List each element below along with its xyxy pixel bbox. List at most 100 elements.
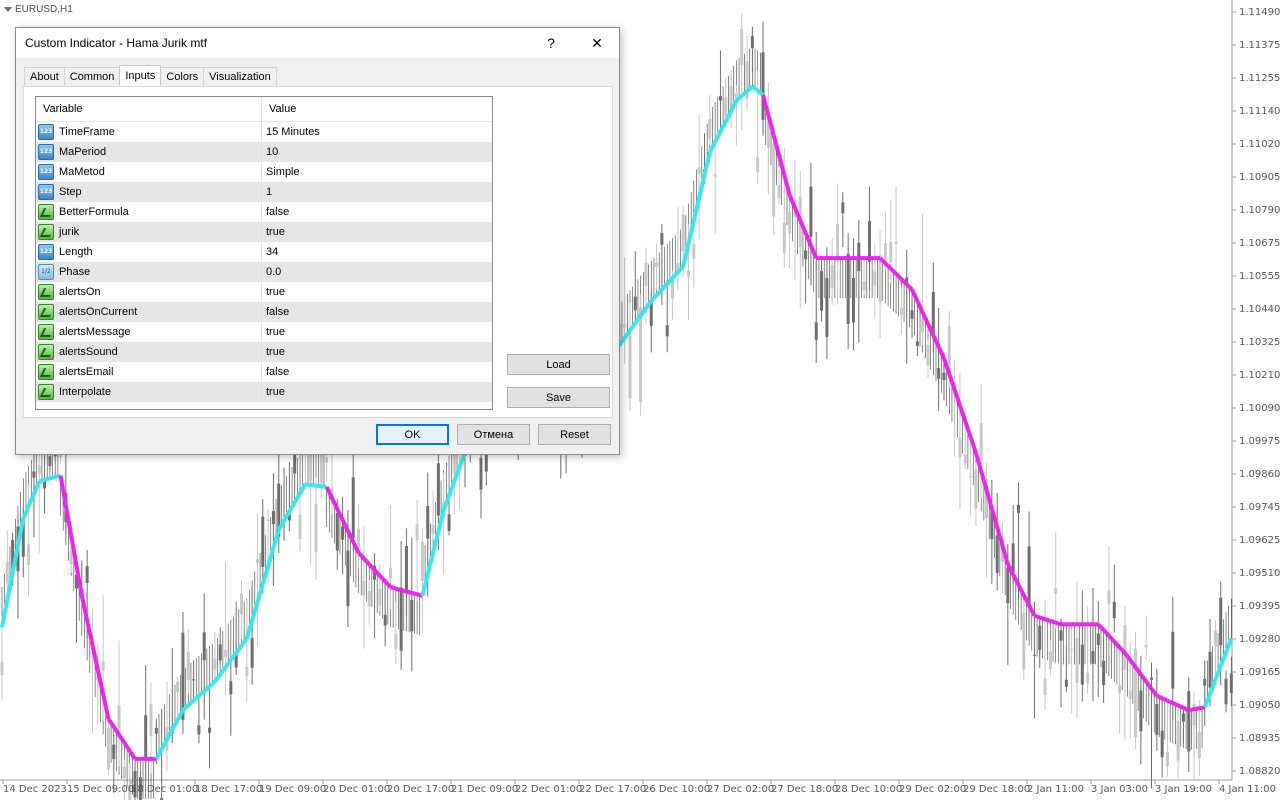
indicator-segment <box>370 565 376 572</box>
indicator-segment <box>726 110 733 118</box>
indicator-segment <box>1003 554 1010 565</box>
input-value-cell[interactable]: true <box>262 226 492 238</box>
cancel-button[interactable]: Отмена <box>457 424 530 445</box>
indicator-segment <box>120 737 127 744</box>
candle-body <box>335 512 339 551</box>
close-icon[interactable]: ✕ <box>574 28 620 58</box>
indicator-segment <box>74 565 82 582</box>
input-variable-name: alertsEmail <box>59 366 114 378</box>
price-tick-label: 1.09860 <box>1239 469 1280 480</box>
input-row[interactable]: alertsSound true <box>36 342 492 362</box>
indicator-segment <box>1149 687 1156 694</box>
indicator-segment <box>114 729 121 736</box>
candle-body <box>910 310 914 319</box>
indicator-segment <box>1014 578 1021 586</box>
input-value-cell[interactable]: true <box>262 346 492 358</box>
input-row[interactable]: BetterFormula false <box>36 202 492 222</box>
input-row[interactable]: MaMetod Simple <box>36 162 492 182</box>
candle-body <box>404 545 408 592</box>
indicator-segment <box>955 396 962 407</box>
load-button[interactable]: Load <box>507 354 610 375</box>
input-value-cell[interactable]: 0.0 <box>262 266 492 278</box>
indicator-segment <box>761 94 768 106</box>
chart-symbol-label: EURUSD,H1 <box>4 4 73 15</box>
indicator-segment <box>1047 618 1052 623</box>
save-button[interactable]: Save <box>507 387 610 408</box>
price-tick-label: 1.11020 <box>1239 139 1280 150</box>
input-row[interactable]: alertsOn true <box>36 282 492 302</box>
input-row[interactable]: jurik true <box>36 222 492 242</box>
candle-body <box>1160 730 1164 758</box>
input-value-cell[interactable]: true <box>262 326 492 338</box>
tab-colors[interactable]: Colors <box>160 67 205 86</box>
inputs-grid: Variable Value TimeFrame 15 Minutes MaPeri… <box>35 96 493 410</box>
tab-inputs[interactable]: Inputs <box>119 65 162 86</box>
time-tick-label: 26 Dec 10:00 <box>643 784 711 795</box>
indicator-segment <box>428 552 436 565</box>
indicator-segment <box>29 492 36 501</box>
input-row[interactable]: TimeFrame 15 Minutes <box>36 122 492 142</box>
reset-button[interactable]: Reset <box>538 424 611 445</box>
input-value-cell[interactable]: 15 Minutes <box>262 126 492 138</box>
indicator-segment <box>400 588 405 593</box>
candle-body <box>809 186 813 237</box>
column-header-value[interactable]: Value <box>262 97 492 121</box>
input-row[interactable]: Interpolate true <box>36 382 492 402</box>
indicator-segment <box>436 520 443 532</box>
tab-common[interactable]: Common <box>63 67 121 86</box>
time-tick-label: 3 Jan 03:00 <box>1091 784 1148 795</box>
input-row[interactable]: alertsOnCurrent false <box>36 302 492 322</box>
indicator-segment <box>691 208 699 222</box>
indicator-segment <box>332 502 340 510</box>
indicator-segment <box>737 94 744 100</box>
indicator-segment <box>1024 599 1031 607</box>
input-value-cell[interactable]: true <box>262 386 492 398</box>
candle-body <box>851 277 855 323</box>
input-variable-name: alertsOnCurrent <box>59 306 138 318</box>
candle-body <box>186 651 190 680</box>
indicator-segment <box>1029 609 1037 617</box>
chart-menu-triangle-icon[interactable] <box>4 7 12 12</box>
indicator-segment <box>234 648 241 655</box>
input-row[interactable]: alertsEmail false <box>36 362 492 382</box>
input-value-cell[interactable]: false <box>262 306 492 318</box>
indicator-segment <box>41 477 46 483</box>
input-value-cell[interactable]: 10 <box>262 146 492 158</box>
input-value-cell[interactable]: 1 <box>262 186 492 198</box>
candle-body <box>293 454 297 474</box>
candle-body <box>708 118 712 139</box>
help-button[interactable]: ? <box>528 28 574 58</box>
input-row[interactable]: Step 1 <box>36 182 492 202</box>
input-row[interactable]: alertsMessage true <box>36 322 492 342</box>
time-tick-label: 19 Dec 09:00 <box>259 784 327 795</box>
indicator-segment <box>93 656 100 670</box>
indicator-segment <box>641 307 648 314</box>
input-row[interactable]: Length 34 <box>36 242 492 262</box>
column-header-variable[interactable]: Variable <box>36 97 262 121</box>
indicator-segment <box>85 619 92 634</box>
indicator-segment <box>710 140 717 148</box>
input-value-cell[interactable]: true <box>262 286 492 298</box>
indicator-segment <box>995 526 1002 537</box>
tab-about[interactable]: About <box>24 67 65 86</box>
dialog-titlebar[interactable]: Custom Indicator - Hama Jurik mtf ? ✕ <box>16 28 619 58</box>
input-value-cell[interactable]: 34 <box>262 246 492 258</box>
indicator-segment <box>774 144 781 156</box>
indicator-segment <box>0 613 7 628</box>
input-value-cell[interactable]: false <box>262 206 492 218</box>
indicator-segment <box>723 115 731 123</box>
input-row[interactable]: Phase 0.0 <box>36 262 492 282</box>
indicator-segment <box>968 436 976 446</box>
price-tick-label: 1.09165 <box>1239 667 1280 678</box>
ok-button[interactable]: OK <box>376 424 449 445</box>
input-value-cell[interactable]: false <box>262 366 492 378</box>
indicator-segment <box>71 550 79 567</box>
candle-body <box>921 318 925 332</box>
indicator-segment <box>1011 573 1018 581</box>
tab-visualization[interactable]: Visualization <box>203 67 277 86</box>
input-row[interactable]: MaPeriod 10 <box>36 142 492 162</box>
candle-body <box>112 744 116 760</box>
candle-body <box>1032 654 1036 656</box>
indicator-segment <box>1210 679 1218 688</box>
input-value-cell[interactable]: Simple <box>262 166 492 178</box>
